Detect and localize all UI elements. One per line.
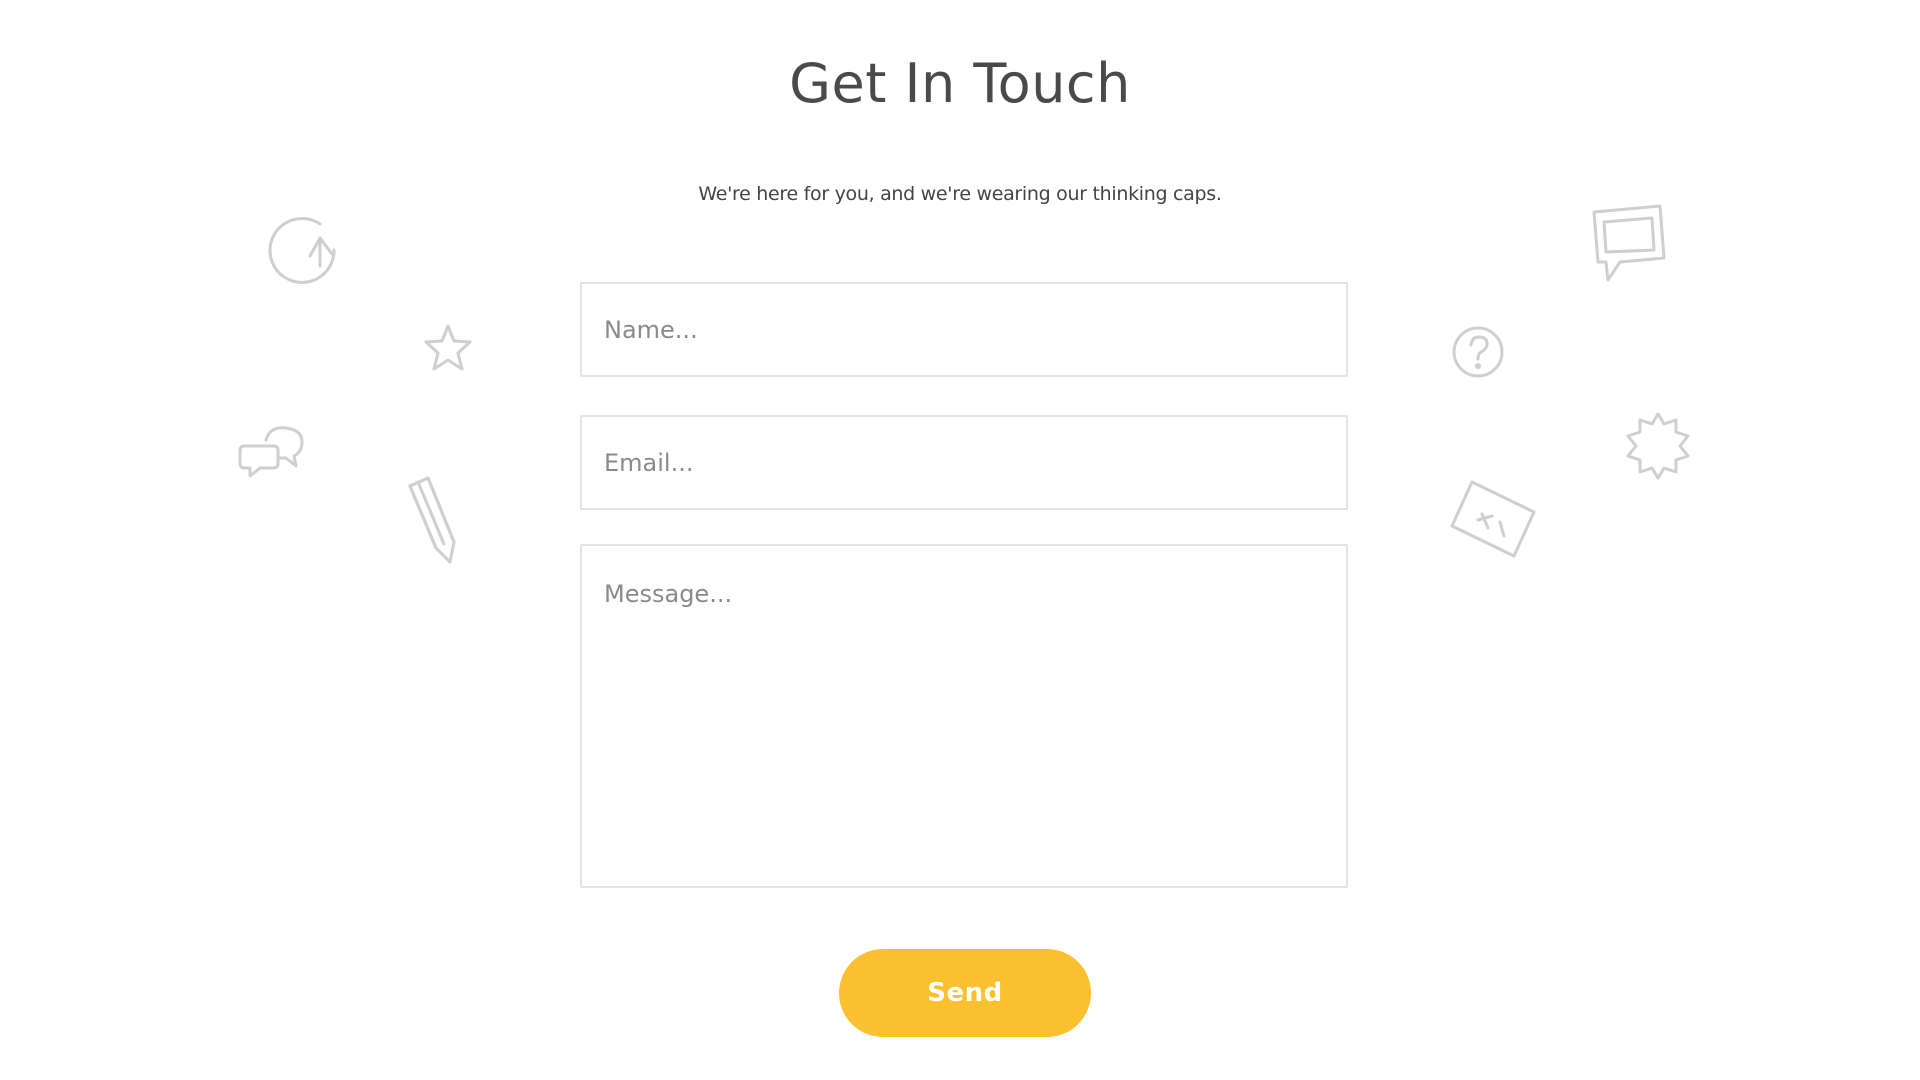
name-field[interactable] (580, 282, 1348, 377)
question-icon (1452, 326, 1504, 378)
contact-page: Get In Touch We're here for you, and we'… (0, 0, 1920, 1080)
email-field[interactable] (580, 415, 1348, 510)
badge-icon (1626, 412, 1690, 480)
chat-bubbles-icon (238, 426, 304, 478)
speech-bubble-icon (1592, 204, 1666, 282)
send-button[interactable]: Send (839, 949, 1091, 1037)
refresh-icon (268, 216, 336, 284)
message-field[interactable] (580, 544, 1348, 888)
pencil-icon (408, 476, 456, 564)
star-icon (424, 324, 472, 371)
page-title: Get In Touch (789, 52, 1131, 115)
tag-icon (1450, 480, 1536, 558)
